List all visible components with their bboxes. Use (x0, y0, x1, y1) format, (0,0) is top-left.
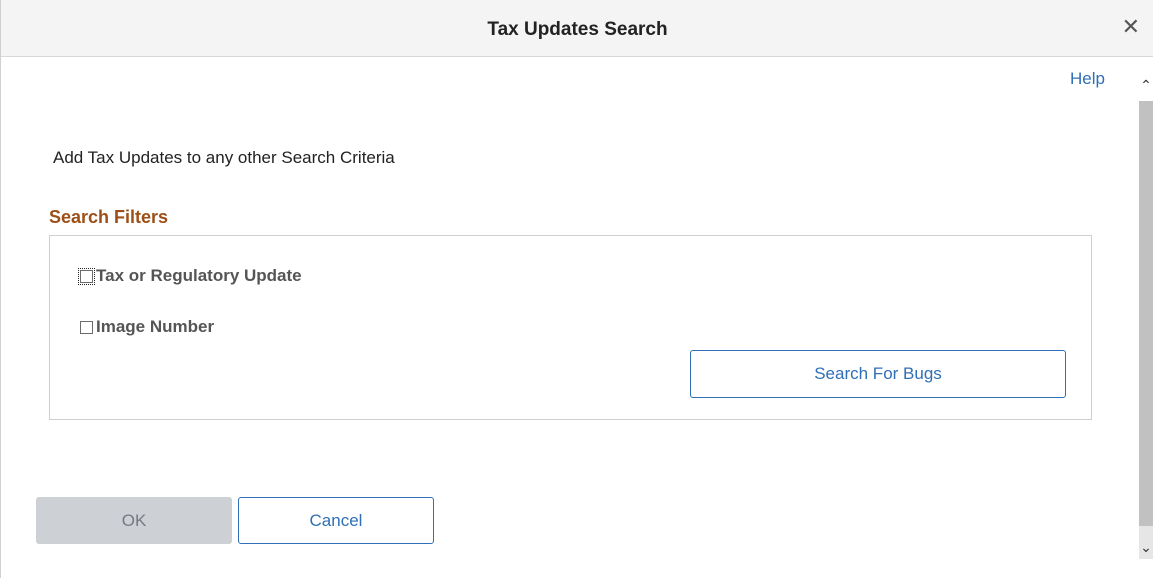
scroll-up-icon[interactable]: ⌃ (1138, 77, 1153, 95)
help-link[interactable]: Help (1070, 69, 1105, 89)
dialog-title: Tax Updates Search (487, 19, 668, 40)
search-filters-heading: Search Filters (49, 207, 169, 227)
scroll-down-icon[interactable]: ⌄ (1138, 539, 1153, 557)
cancel-button[interactable]: Cancel (238, 497, 434, 544)
image-number-checkbox[interactable] (80, 320, 93, 334)
intro-text: Add Tax Updates to any other Search Crit… (53, 148, 395, 167)
vertical-scrollbar[interactable]: ⌃ ⌄ (1138, 57, 1153, 578)
dialog-header: Tax Updates Search ✕ (1, 0, 1153, 57)
close-icon[interactable]: ✕ (1122, 16, 1140, 38)
ok-button[interactable]: OK (36, 497, 232, 544)
tax-updates-search-dialog: Tax Updates Search ✕ Help ⌃ ⌄ Add Tax Up… (0, 0, 1153, 578)
image-number-checkbox-row[interactable]: Image Number (80, 317, 214, 337)
search-for-bugs-button[interactable]: Search For Bugs (690, 350, 1066, 398)
tax-regulatory-update-label: Tax or Regulatory Update (96, 266, 302, 285)
tax-regulatory-update-checkbox-row[interactable]: Tax or Regulatory Update (78, 266, 302, 286)
scroll-thumb[interactable] (1139, 101, 1153, 526)
image-number-label: Image Number (96, 317, 215, 336)
tax-regulatory-update-checkbox[interactable] (78, 267, 95, 285)
